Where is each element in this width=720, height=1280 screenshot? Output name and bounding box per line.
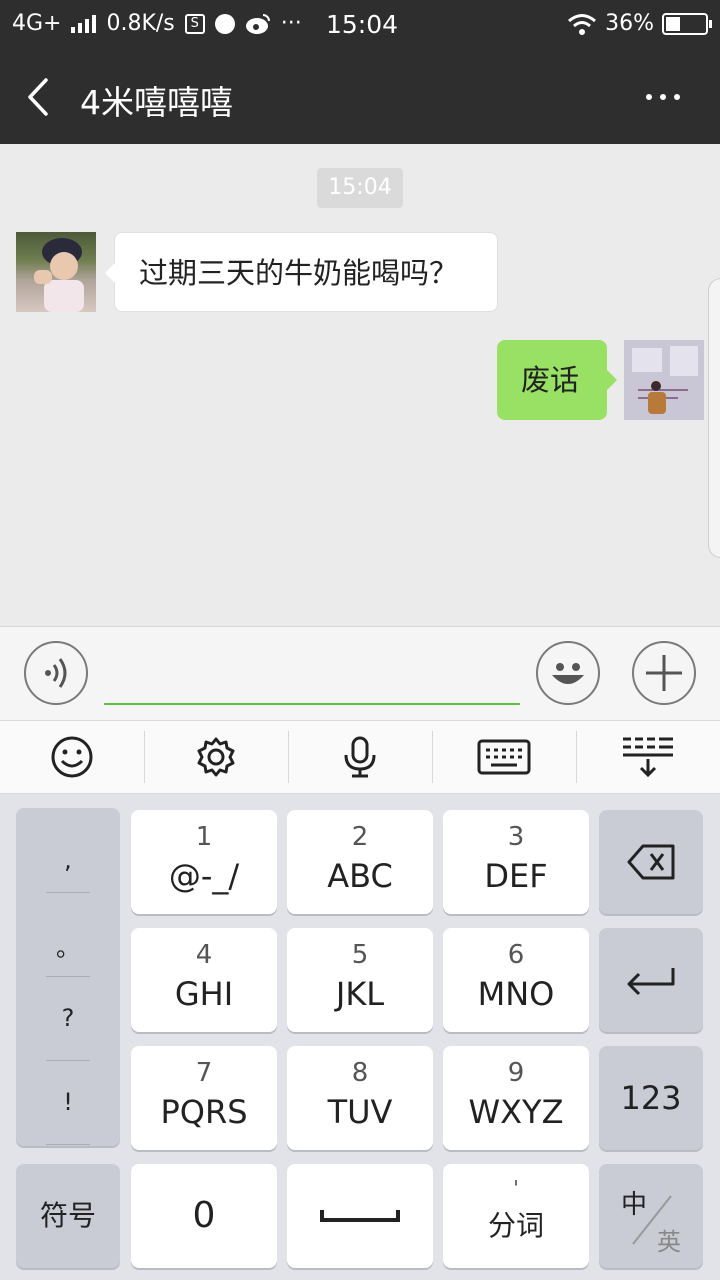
- status-left: 4G+ 0.8K/s S ···: [12, 11, 302, 36]
- keyboard: , 。 ? ! 1 @-_/ 2 ABC 3 DEF 4 GHI 5 JKL 6…: [0, 794, 720, 1280]
- key-6[interactable]: 6 MNO: [443, 928, 589, 1032]
- more-icon[interactable]: [646, 94, 680, 100]
- chat-header: 4米嘻嘻嘻: [0, 50, 720, 144]
- segment-key-top: ': [513, 1176, 519, 1200]
- battery-level: 36%: [605, 11, 654, 36]
- plus-icon: [646, 655, 682, 691]
- enter-key[interactable]: [599, 928, 703, 1032]
- key-5[interactable]: 5 JKL: [287, 928, 433, 1032]
- input-bar: [0, 626, 720, 720]
- emoji-icon: [552, 663, 584, 684]
- more-options-button[interactable]: [632, 641, 696, 705]
- received-message-text: 过期三天的牛奶能喝吗？: [139, 256, 459, 290]
- key-letters: ABC: [327, 857, 393, 895]
- sent-message-text: 废话: [521, 363, 580, 397]
- circle-app-icon: [214, 13, 235, 34]
- battery-icon: [662, 12, 712, 35]
- key-7[interactable]: 7 PQRS: [131, 1046, 277, 1150]
- signal-icon: [71, 14, 97, 33]
- key-number: 5: [351, 940, 369, 970]
- lang-slash-icon: [632, 1195, 672, 1245]
- chat-title: 4米嘻嘻嘻: [80, 83, 233, 122]
- punct-period-key[interactable]: 。: [46, 928, 90, 963]
- keyboard-icon[interactable]: [432, 721, 576, 793]
- key-letters: PQRS: [160, 1093, 248, 1131]
- segment-key-label: 分词: [487, 1209, 544, 1242]
- key-letters: GHI: [174, 975, 234, 1013]
- edge-panel-handle[interactable]: [708, 278, 720, 558]
- contact-avatar-image: [34, 238, 84, 312]
- sent-message[interactable]: 废话: [497, 340, 617, 420]
- punctuation-column[interactable]: , 。 ? !: [16, 808, 120, 1146]
- wifi-icon: [568, 13, 597, 35]
- punct-comma-key[interactable]: ,: [46, 846, 90, 874]
- network-type: 4G+: [12, 11, 62, 36]
- backspace-icon: [627, 844, 675, 880]
- message-timestamp: 15:04: [317, 168, 403, 208]
- key-number: 8: [351, 1058, 369, 1088]
- symbols-key[interactable]: 符号: [16, 1164, 120, 1268]
- space-key[interactable]: [287, 1164, 433, 1268]
- key-number: 7: [195, 1058, 213, 1088]
- key-4[interactable]: 4 GHI: [131, 928, 277, 1032]
- punct-question-key[interactable]: ?: [46, 1004, 90, 1032]
- voice-icon: [45, 658, 67, 688]
- key-number: 4: [195, 940, 213, 970]
- backspace-key[interactable]: [599, 810, 703, 914]
- network-speed: 0.8K/s: [106, 11, 175, 36]
- key-letters: WXYZ: [468, 1093, 564, 1131]
- key-8[interactable]: 8 TUV: [287, 1046, 433, 1150]
- key-1[interactable]: 1 @-_/: [131, 810, 277, 914]
- key-3[interactable]: 3 DEF: [443, 810, 589, 914]
- key-number: 3: [507, 822, 525, 852]
- my-avatar[interactable]: [624, 340, 704, 420]
- status-time: 15:04: [326, 10, 399, 39]
- key-0[interactable]: 0: [131, 1164, 277, 1268]
- space-icon: [320, 1210, 400, 1222]
- key-2[interactable]: 2 ABC: [287, 810, 433, 914]
- enter-icon: [627, 968, 675, 996]
- more-dots-icon: ···: [280, 11, 302, 36]
- key-9[interactable]: 9 WXYZ: [443, 1046, 589, 1150]
- key-letters: MNO: [477, 975, 555, 1013]
- s-app-icon: S: [184, 13, 205, 34]
- microphone-icon[interactable]: [288, 721, 432, 793]
- weibo-icon: [245, 13, 270, 34]
- chevron-left-icon[interactable]: [20, 74, 60, 120]
- punct-exclaim-key[interactable]: !: [46, 1088, 90, 1116]
- my-avatar-image: [624, 340, 704, 420]
- keyboard-toolbar: [0, 720, 720, 794]
- key-number: 2: [351, 822, 369, 852]
- lang-en-label: 英: [657, 1228, 681, 1256]
- emoji-button[interactable]: [536, 641, 600, 705]
- key-letters: JKL: [335, 975, 385, 1013]
- punct-divider: [46, 892, 90, 893]
- voice-toggle-button[interactable]: [24, 641, 88, 705]
- key-letters: TUV: [327, 1093, 393, 1131]
- message-input[interactable]: [104, 643, 520, 705]
- language-switch-key[interactable]: 中 英: [599, 1164, 703, 1268]
- key-number: 9: [507, 1058, 525, 1088]
- segment-key[interactable]: ' 分词: [443, 1164, 589, 1268]
- status-bar: 4G+ 0.8K/s S ··· 15:04 36%: [0, 0, 720, 50]
- smiley-icon[interactable]: [0, 721, 144, 793]
- numbers-key[interactable]: 123: [599, 1046, 703, 1150]
- received-message[interactable]: 过期三天的牛奶能喝吗？: [105, 232, 498, 312]
- contact-avatar[interactable]: [16, 232, 96, 312]
- key-number: 1: [195, 822, 213, 852]
- key-letters: @-_/: [168, 857, 240, 895]
- key-number: 6: [507, 940, 525, 970]
- key-letters: DEF: [484, 857, 548, 895]
- status-right: 36%: [567, 11, 712, 36]
- message-list[interactable]: 15:04 过期三天的牛奶能喝吗？ 废话: [0, 144, 720, 626]
- punct-divider: [46, 1060, 90, 1061]
- keyboard-hide-icon[interactable]: [576, 721, 720, 793]
- punct-divider: [46, 976, 90, 977]
- punct-divider: [46, 1144, 90, 1145]
- settings-icon[interactable]: [144, 721, 288, 793]
